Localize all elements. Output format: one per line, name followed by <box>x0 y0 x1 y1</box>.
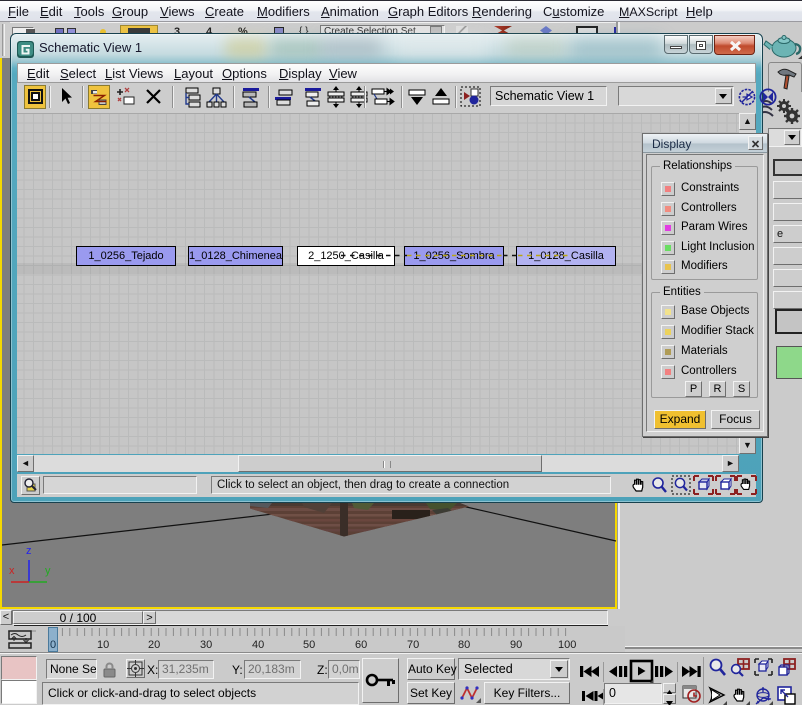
svg-text:z: z <box>26 545 32 557</box>
svg-text:y: y <box>45 565 51 577</box>
svg-text:x: x <box>9 565 15 577</box>
